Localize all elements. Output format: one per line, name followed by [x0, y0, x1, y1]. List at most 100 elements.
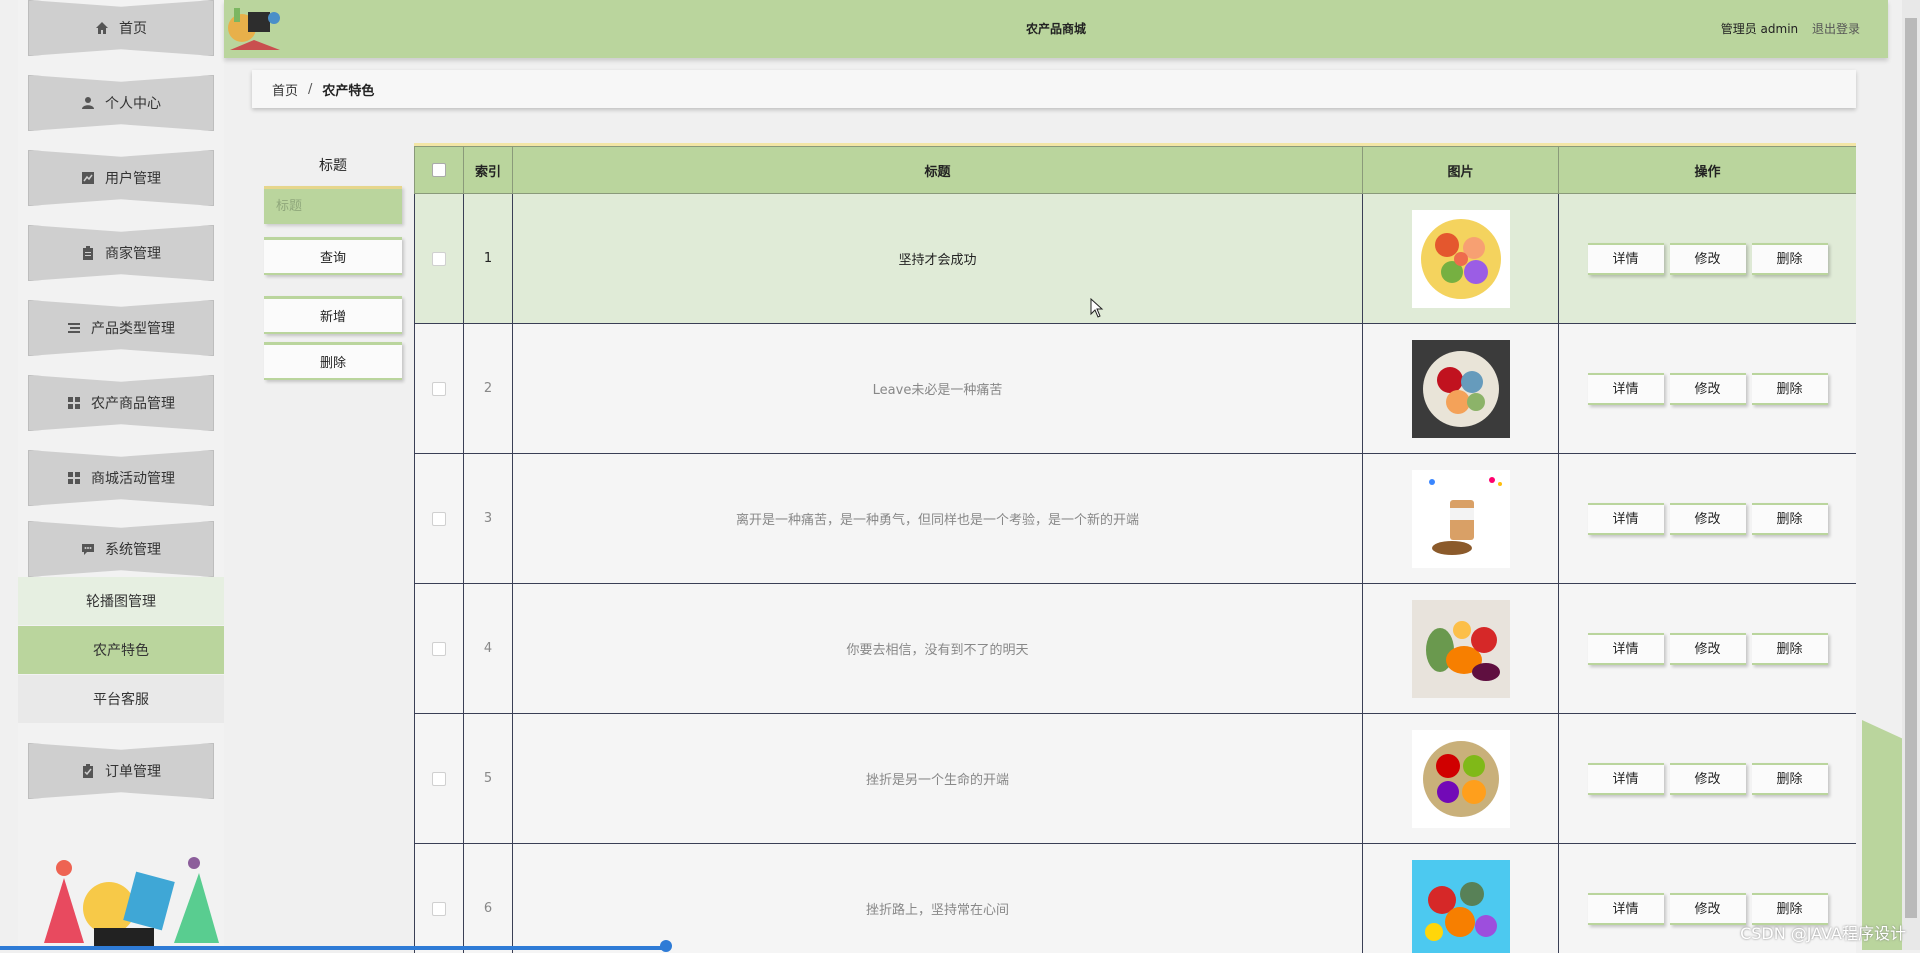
- breadcrumb-separator: /: [308, 82, 312, 97]
- logout-link[interactable]: 退出登录: [1812, 22, 1860, 36]
- detail-button[interactable]: 详情: [1588, 243, 1664, 275]
- row-title: 离开是一种痛苦，是一种勇气，但同样也是一个考验，是一个新的开端: [513, 454, 1363, 584]
- grid-icon: [67, 471, 81, 485]
- row-index: 2: [464, 324, 513, 454]
- row-checkbox[interactable]: [432, 902, 446, 916]
- submenu-item-platform-service[interactable]: 平台客服: [18, 675, 224, 723]
- sidebar-item-label: 订单管理: [105, 761, 161, 781]
- sidebar-item-label: 系统管理: [105, 539, 161, 559]
- select-all-header: [415, 147, 464, 194]
- vegetables-image: [1412, 600, 1510, 698]
- list-icon: [67, 321, 81, 335]
- row-image-cell: [1363, 584, 1559, 714]
- sidebar-item-personal-center[interactable]: 个人中心: [28, 75, 214, 131]
- delete-button[interactable]: 删除: [1752, 633, 1828, 665]
- column-header-index: 索引: [464, 147, 513, 194]
- submenu-item-farm-features[interactable]: 农产特色: [18, 626, 224, 674]
- breadcrumb-home[interactable]: 首页: [272, 80, 298, 99]
- row-checkbox[interactable]: [432, 642, 446, 656]
- submenu-item-label: 轮播图管理: [86, 591, 156, 611]
- sidebar-item-home[interactable]: 首页: [28, 0, 214, 56]
- edit-button[interactable]: 修改: [1670, 893, 1746, 925]
- sidebar-item-system-management[interactable]: 系统管理: [28, 521, 214, 577]
- submenu-item-label: 农产特色: [93, 640, 149, 660]
- row-image-cell: [1363, 714, 1559, 844]
- detail-button[interactable]: 详情: [1588, 633, 1664, 665]
- select-all-checkbox[interactable]: [432, 163, 446, 177]
- sidebar-item-order-management[interactable]: 订单管理: [28, 743, 214, 799]
- sidebar-item-farm-product-management[interactable]: 农产商品管理: [28, 375, 214, 431]
- sidebar-item-label: 商家管理: [105, 243, 161, 263]
- data-table-container: 索引 标题 图片 操作 1 坚持才会成功: [414, 143, 1856, 953]
- row-checkbox[interactable]: [432, 512, 446, 526]
- detail-button[interactable]: 详情: [1588, 893, 1664, 925]
- add-button[interactable]: 新增: [264, 296, 402, 334]
- row-actions: 详情修改删除: [1559, 454, 1857, 584]
- row-image-cell: [1363, 454, 1559, 584]
- message-icon: [81, 542, 95, 556]
- row-checkbox[interactable]: [432, 382, 446, 396]
- horizontal-scrollbar[interactable]: [0, 946, 670, 950]
- user-icon: [81, 96, 95, 110]
- delete-button[interactable]: 删除: [1752, 503, 1828, 535]
- edit-button[interactable]: 修改: [1670, 633, 1746, 665]
- top-header: 农产品商城 管理员 admin 退出登录: [224, 0, 1888, 58]
- decorative-doodle-art: [24, 848, 224, 950]
- edit-button[interactable]: 修改: [1670, 373, 1746, 405]
- row-title: 挫折是另一个生命的开端: [513, 714, 1363, 844]
- decorative-shape: [1862, 720, 1902, 950]
- watermark: CSDN @JAVA程序设计: [1740, 920, 1906, 944]
- sidebar-item-label: 产品类型管理: [91, 318, 175, 338]
- vertical-scrollbar[interactable]: [1902, 0, 1920, 950]
- sidebar-item-label: 用户管理: [105, 168, 161, 188]
- edit-button[interactable]: 修改: [1670, 243, 1746, 275]
- row-image-cell: [1363, 194, 1559, 324]
- breadcrumb-current: 农产特色: [322, 80, 374, 99]
- batch-delete-button[interactable]: 删除: [264, 342, 402, 380]
- row-checkbox[interactable]: [432, 252, 446, 266]
- clipboard-check-icon: [81, 764, 95, 778]
- clipboard-icon: [81, 246, 95, 260]
- sidebar-item-user-management[interactable]: 用户管理: [28, 150, 214, 206]
- delete-button[interactable]: 删除: [1752, 373, 1828, 405]
- sidebar-item-label: 首页: [119, 18, 147, 38]
- detail-button[interactable]: 详情: [1588, 763, 1664, 795]
- mouse-cursor-icon: [1090, 298, 1104, 318]
- horizontal-scrollbar-thumb[interactable]: [660, 940, 672, 952]
- app-title: 农产品商城: [224, 0, 1888, 58]
- detail-button[interactable]: 详情: [1588, 503, 1664, 535]
- sidebar: 首页 个人中心 用户管理 商家管理 产品类型管理 农产商品管理 商城活动管理: [18, 0, 224, 950]
- row-index: 3: [464, 454, 513, 584]
- submenu-item-carousel-management[interactable]: 轮播图管理: [18, 577, 224, 625]
- vertical-scrollbar-thumb[interactable]: [1905, 18, 1917, 918]
- chart-icon: [81, 171, 95, 185]
- sidebar-item-product-type-management[interactable]: 产品类型管理: [28, 300, 214, 356]
- column-header-title: 标题: [513, 147, 1363, 194]
- search-title-input[interactable]: [264, 186, 402, 224]
- sidebar-item-mall-activity-management[interactable]: 商城活动管理: [28, 450, 214, 506]
- search-title-label: 标题: [264, 155, 402, 175]
- vegetables-image: [1412, 860, 1510, 953]
- row-checkbox[interactable]: [432, 772, 446, 786]
- edit-button[interactable]: 修改: [1670, 503, 1746, 535]
- row-image-cell: [1363, 844, 1559, 953]
- query-button[interactable]: 查询: [264, 237, 402, 275]
- edit-button[interactable]: 修改: [1670, 763, 1746, 795]
- sidebar-item-label: 商城活动管理: [91, 468, 175, 488]
- data-table: 索引 标题 图片 操作 1 坚持才会成功: [414, 146, 1856, 953]
- row-title: 挫折路上，坚持常在心间: [513, 844, 1363, 953]
- sidebar-item-label: 农产商品管理: [91, 393, 175, 413]
- row-title: 你要去相信，没有到不了的明天: [513, 584, 1363, 714]
- column-header-actions: 操作: [1559, 147, 1857, 194]
- home-icon: [95, 21, 109, 35]
- row-index: 4: [464, 584, 513, 714]
- delete-button[interactable]: 删除: [1752, 243, 1828, 275]
- detail-button[interactable]: 详情: [1588, 373, 1664, 405]
- grid-icon: [67, 396, 81, 410]
- row-title: Leave未必是一种痛苦: [513, 324, 1363, 454]
- current-user-label: 管理员 admin: [1721, 22, 1798, 36]
- fruit-bowl-image: [1412, 730, 1510, 828]
- delete-button[interactable]: 删除: [1752, 763, 1828, 795]
- table-row: 6 挫折路上，坚持常在心间 详情修改删除: [415, 844, 1857, 953]
- sidebar-item-merchant-management[interactable]: 商家管理: [28, 225, 214, 281]
